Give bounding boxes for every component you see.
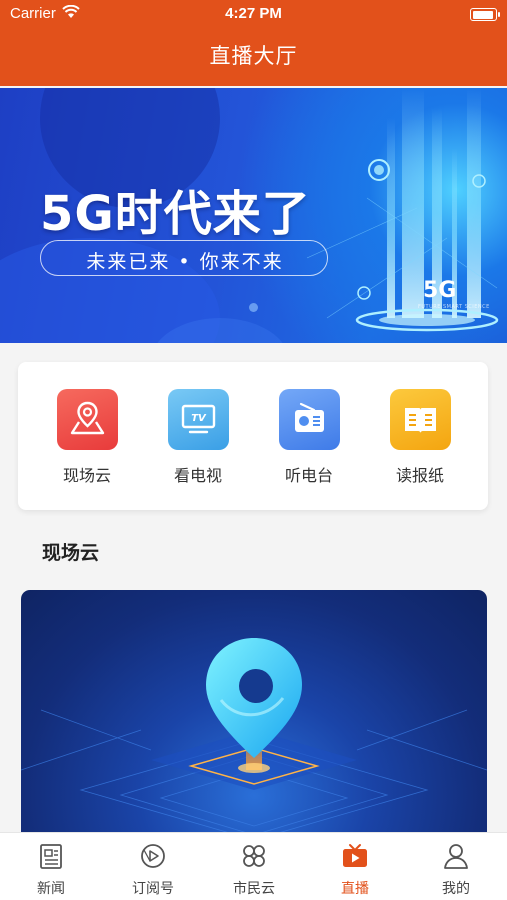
banner-5g-subtext: FUTURE SMART SCIENCE	[418, 304, 490, 310]
profile-icon	[441, 841, 471, 871]
banner-slogan: 未来已来 • 你来不来	[86, 251, 284, 273]
section-title: 现场云	[42, 542, 100, 564]
tab-label: 直播	[341, 881, 369, 897]
tab-profile[interactable]: 我的	[416, 841, 496, 898]
page-title: 直播大厅	[209, 44, 298, 68]
banner-5g-badge: 5G	[423, 278, 457, 303]
tab-news[interactable]: 新闻	[11, 841, 91, 898]
live-cloud-feature-card[interactable]	[21, 590, 487, 832]
tab-live[interactable]: 直播	[315, 841, 395, 898]
newspaper-icon	[389, 389, 451, 450]
entry-live-cloud[interactable]: 现场云	[47, 389, 127, 486]
grid-icon	[239, 841, 269, 871]
status-time: 4:27 PM	[225, 5, 282, 22]
subscribe-icon	[138, 841, 168, 871]
promo-banner[interactable]: 5G时代来了 未来已来 • 你来不来 5G FUTURE SMART SCIEN…	[0, 88, 507, 343]
tab-subscribe[interactable]: 订阅号	[113, 841, 193, 898]
top-bar: Carrier 4:27 PM 直播大厅	[0, 0, 507, 86]
entry-label: 听电台	[284, 466, 333, 485]
bottom-tab-bar: 新闻 订阅号 市民云 直播 我的	[0, 832, 507, 900]
entry-read-newspaper[interactable]: 读报纸	[380, 389, 460, 486]
live-tv-icon	[340, 841, 370, 871]
tab-label: 我的	[442, 881, 470, 897]
tv-icon-text: TV	[191, 413, 207, 424]
tv-icon: TV	[167, 389, 229, 450]
tab-label: 订阅号	[132, 881, 174, 897]
tab-label: 市民云	[233, 881, 275, 897]
battery-icon	[470, 8, 500, 21]
entry-listen-radio[interactable]: 听电台	[269, 389, 349, 486]
entry-label: 读报纸	[395, 466, 444, 485]
news-icon	[36, 841, 66, 871]
location-pin-illustration	[21, 638, 487, 832]
quick-entry-card: 现场云 TV 看电视 听电台 读报纸	[18, 362, 488, 510]
radio-icon	[278, 389, 340, 450]
entry-label: 现场云	[62, 466, 111, 485]
status-bar: Carrier 4:27 PM	[0, 0, 507, 28]
decorative-dot	[249, 303, 258, 312]
tab-citizen-cloud[interactable]: 市民云	[214, 841, 294, 898]
location-map-icon	[56, 389, 118, 450]
entry-label: 看电视	[173, 466, 222, 485]
banner-slogan-box: 未来已来 • 你来不来	[40, 240, 328, 276]
entry-watch-tv[interactable]: TV 看电视	[158, 389, 238, 486]
tab-label: 新闻	[37, 881, 65, 897]
banner-headline: 5G时代来了	[40, 186, 311, 242]
